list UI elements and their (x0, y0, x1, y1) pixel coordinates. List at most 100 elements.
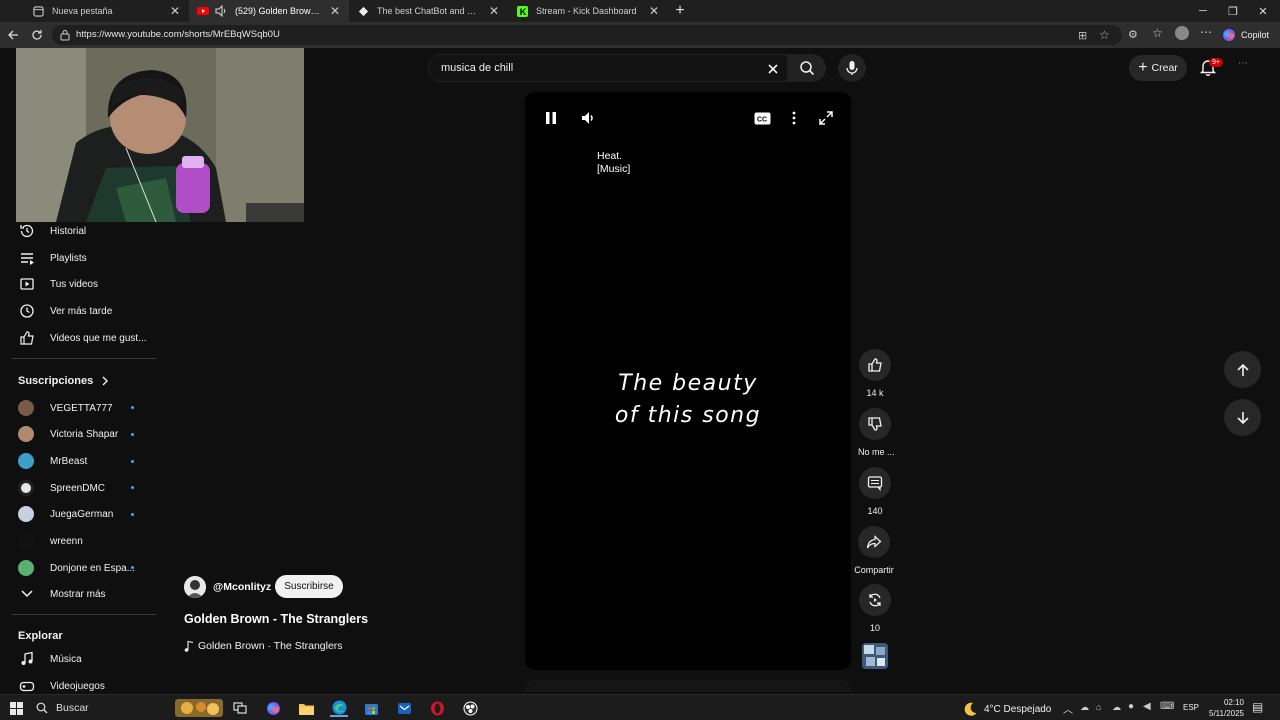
dislike-button[interactable]: No me ... (858, 408, 895, 457)
taskbar-clock[interactable]: 02:10 5/11/2025 (1200, 697, 1244, 719)
favorites-icon[interactable]: ☆ (1152, 26, 1163, 40)
refresh-button[interactable] (29, 27, 45, 43)
sidebar-item-history[interactable]: Historial (18, 219, 86, 243)
shorts-player[interactable]: CC Heat. [Music] The beauty of this song (525, 92, 851, 670)
mic-tray-icon[interactable]: ● (1128, 701, 1134, 712)
gamepad-icon (18, 677, 36, 695)
share-button[interactable]: Compartir (852, 526, 896, 575)
sidebar-subscription-juegagerman[interactable]: JuegaGerman (18, 502, 113, 526)
close-tab-icon[interactable]: ✕ (169, 4, 181, 18)
remix-button[interactable]: 10 (858, 584, 892, 633)
sidebar-subscription-spreendmc[interactable]: SpreenDMC (18, 476, 105, 500)
sidebar-item-label: Historial (50, 225, 87, 237)
file-explorer-icon[interactable] (297, 699, 315, 717)
onedrive-tray-icon[interactable]: ☁ (1112, 702, 1121, 713)
comment-icon (859, 467, 891, 499)
windows-start-icon[interactable] (7, 699, 25, 717)
microsoft-store-icon[interactable] (362, 699, 380, 717)
new-content-dot (131, 486, 134, 489)
search-input[interactable]: musica de chill (441, 62, 513, 74)
copilot-taskbar-icon[interactable] (264, 699, 282, 717)
favorite-star-icon[interactable]: ☆ (1099, 28, 1110, 42)
close-tab-icon[interactable]: ✕ (648, 4, 660, 18)
obs-studio-icon[interactable] (461, 699, 479, 717)
close-tab-icon[interactable]: ✕ (488, 4, 500, 18)
opera-browser-icon[interactable] (428, 699, 446, 717)
speaker-icon[interactable] (215, 5, 227, 17)
sidebar-item-watch-later[interactable]: Ver más tarde (18, 299, 112, 323)
arrow-up-icon (1236, 363, 1249, 376)
search-highlight-icon[interactable] (175, 699, 223, 717)
notification-badge: 9+ (1209, 58, 1223, 67)
auto-caption: Heat. [Music] (597, 150, 630, 175)
language-indicator[interactable]: ESP (1183, 703, 1199, 712)
restore-button[interactable]: ❐ (1218, 0, 1248, 22)
site-info-icon[interactable] (60, 29, 70, 41)
new-tab-button[interactable]: + (672, 2, 688, 19)
speaker-tray-icon[interactable]: ◀ (1143, 701, 1151, 712)
taskbar-search[interactable]: Buscar (36, 702, 89, 714)
audio-thumbnail[interactable] (862, 643, 888, 669)
next-short-preview[interactable] (525, 680, 851, 692)
search-button[interactable] (788, 54, 826, 82)
address-bar[interactable]: https://www.youtube.com/shorts/MrEBqWSqb… (52, 25, 1122, 45)
chevron-up-icon[interactable]: ︿ (1063, 701, 1073, 716)
extensions-icon[interactable]: ⚙ (1128, 28, 1138, 41)
sidebar-item-music[interactable]: Música (18, 647, 82, 671)
back-button[interactable] (5, 27, 21, 43)
weather-widget[interactable]: 4°C Despejado (962, 701, 1051, 717)
more-menu-icon[interactable]: ⋯ (1200, 25, 1212, 39)
usb-tray-icon[interactable]: ⌂ (1096, 702, 1101, 712)
sidebar-subscription-donjone[interactable]: Donjone en Espa... (18, 556, 135, 580)
previous-short-button[interactable] (1224, 351, 1261, 388)
sidebar-item-playlists[interactable]: Playlists (18, 246, 87, 270)
account-menu-button[interactable]: ⋯ (1238, 58, 1256, 76)
video-overlay-text: The beauty of this song (525, 368, 851, 432)
more-options-button[interactable] (783, 107, 805, 129)
minimize-button[interactable]: ─ (1188, 0, 1218, 22)
app-available-icon[interactable]: ⊞ (1078, 29, 1087, 42)
subscriptions-heading[interactable]: Suscripciones (18, 375, 109, 387)
create-button[interactable]: + Crear (1129, 55, 1187, 81)
sidebar-item-liked-videos[interactable]: Videos que me gust... (18, 326, 147, 350)
captions-icon: CC (754, 112, 770, 124)
keyboard-tray-icon[interactable]: ⌨ (1160, 701, 1174, 712)
subscribe-button[interactable]: Suscribirse (275, 575, 343, 598)
close-tab-icon[interactable]: ✕ (329, 4, 341, 18)
sidebar-subscription-victoria-shapar[interactable]: Victoria Shapar (18, 422, 118, 446)
task-view-icon[interactable] (231, 699, 249, 717)
volume-button[interactable] (577, 107, 599, 129)
like-button[interactable]: 14 k (858, 349, 892, 398)
tab-new-tab[interactable]: Nueva pestaña ✕ (24, 0, 189, 22)
profile-avatar[interactable] (1175, 26, 1189, 40)
sidebar-item-label: VEGETTA777 (50, 402, 113, 414)
next-short-button[interactable] (1224, 399, 1261, 436)
notification-center-icon[interactable]: ▤ (1252, 700, 1263, 714)
search-box[interactable]: musica de chill (428, 54, 788, 82)
close-window-button[interactable]: ✕ (1248, 0, 1278, 22)
channel-avatar[interactable] (184, 576, 206, 598)
network-tray-icon[interactable]: ☁ (1080, 702, 1089, 713)
sidebar-subscription-vegetta777[interactable]: VEGETTA777 (18, 396, 113, 420)
captions-button[interactable]: CC (751, 107, 773, 129)
copilot-button[interactable]: Copilot (1222, 26, 1269, 44)
fullscreen-button[interactable] (815, 107, 837, 129)
comments-button[interactable]: 140 (858, 467, 892, 516)
sidebar-subscription-mrbeast[interactable]: MrBeast (18, 449, 87, 473)
tab-chatbot[interactable]: The best ChatBot and Widgets for Kick ✕ (349, 0, 508, 22)
video-title[interactable]: Golden Brown - The Stranglers (184, 612, 368, 626)
sidebar-show-more[interactable]: Mostrar más (18, 582, 106, 606)
pause-button[interactable] (540, 107, 562, 129)
tab-kick[interactable]: K Stream - Kick Dashboard ✕ (508, 0, 668, 22)
tab-youtube[interactable]: (529) Golden Brown - The Stranglers ✕ (189, 0, 349, 22)
sidebar-item-your-videos[interactable]: Tus videos (18, 272, 98, 296)
edge-browser-icon[interactable] (330, 699, 348, 717)
voice-search-button[interactable] (838, 54, 866, 82)
sidebar-item-label: Videojuegos (50, 680, 105, 692)
remix-count: 10 (869, 623, 880, 633)
channel-name[interactable]: @Mconlityz (213, 581, 271, 593)
sidebar-subscription-wreenn[interactable]: wreenn (18, 529, 83, 553)
music-link[interactable]: Golden Brown · The Stranglers (184, 640, 343, 652)
mail-icon[interactable] (395, 699, 413, 717)
clear-search-icon[interactable] (765, 61, 781, 77)
